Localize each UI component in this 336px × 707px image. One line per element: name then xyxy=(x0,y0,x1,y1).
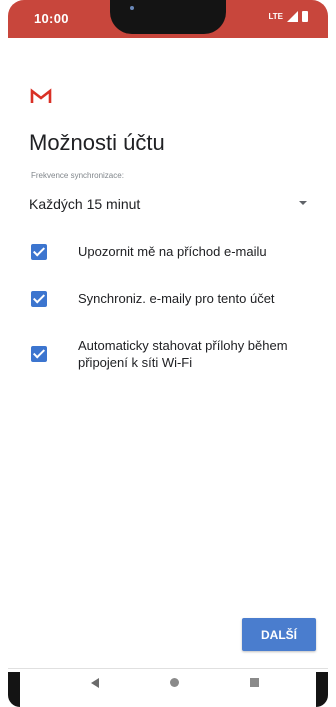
sync-frequency-label: Frekvence synchronizace: xyxy=(31,171,124,180)
sync-email-checkbox[interactable] xyxy=(31,291,47,307)
notify-new-mail-checkbox[interactable] xyxy=(31,244,47,260)
network-type: LTE xyxy=(268,12,283,21)
camera-icon xyxy=(130,6,134,10)
next-button[interactable]: DALŠÍ xyxy=(242,618,316,651)
navigation-bar xyxy=(0,668,336,707)
back-icon[interactable] xyxy=(91,678,99,688)
home-icon[interactable] xyxy=(170,678,179,687)
sync-frequency-select[interactable]: Každých 15 minut xyxy=(29,191,309,213)
notify-new-mail-label: Upozornit mě na příchod e-mailu xyxy=(78,244,267,259)
frame-corner-left xyxy=(8,672,20,707)
check-icon xyxy=(32,291,46,304)
auto-download-attachments-label: Automaticky stahovat přílohy během připo… xyxy=(78,338,288,370)
sync-email-label: Synchroniz. e-maily pro tento účet xyxy=(78,291,275,306)
gmail-logo-icon xyxy=(30,88,52,103)
check-icon xyxy=(32,244,46,257)
auto-download-attachments-checkbox[interactable] xyxy=(31,346,47,362)
sync-frequency-value: Každých 15 minut xyxy=(29,196,141,212)
status-time: 10:00 xyxy=(34,11,69,26)
battery-icon xyxy=(302,11,308,22)
dropdown-arrow-icon xyxy=(299,201,307,205)
signal-icon xyxy=(287,11,298,22)
recents-icon[interactable] xyxy=(250,678,259,687)
camera-notch xyxy=(110,0,226,34)
nav-divider xyxy=(8,668,328,669)
page-title: Možnosti účtu xyxy=(29,130,165,155)
check-icon xyxy=(32,346,46,359)
status-icons: LTE xyxy=(268,11,308,22)
